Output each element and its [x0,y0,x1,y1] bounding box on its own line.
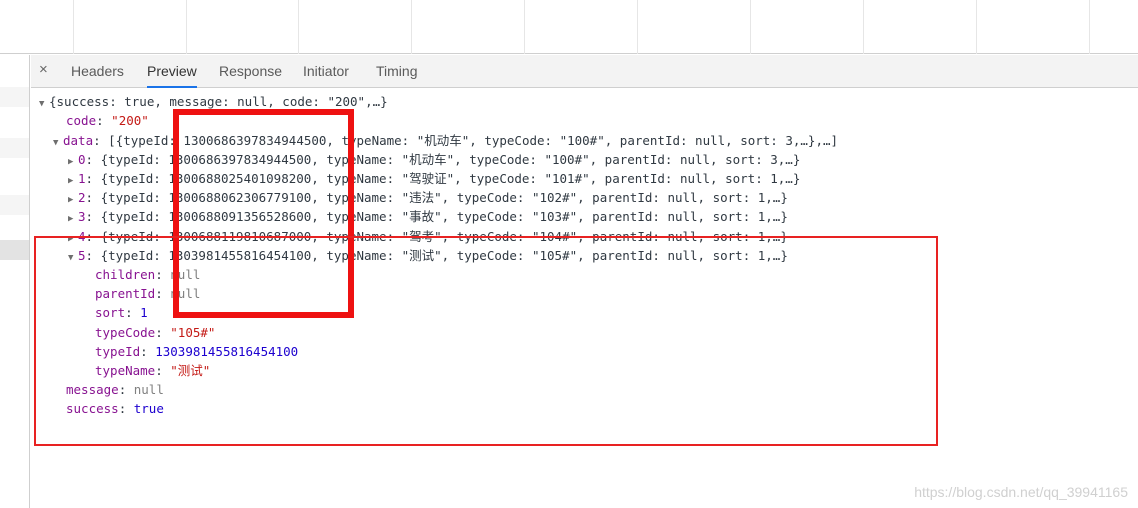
timeline-gridline [976,0,977,54]
request-row[interactable] [0,165,29,185]
request-row[interactable] [0,87,29,107]
tree-code: code: "200" [66,113,149,128]
timeline-gridline [637,0,638,54]
close-icon[interactable]: × [39,62,53,78]
annotation-box-expanded-item [34,236,938,446]
timeline-gridline [298,0,299,54]
request-row[interactable] [0,138,29,158]
timeline-gridline [524,0,525,54]
request-row-selected[interactable] [0,240,29,260]
expand-triangle-icon[interactable]: ▼ [53,134,63,153]
tab-headers[interactable]: Headers [71,63,124,88]
timeline-gridline [73,0,74,54]
expand-triangle-icon[interactable]: ▼ [39,95,49,114]
tab-response[interactable]: Response [219,63,282,88]
request-row[interactable] [0,195,29,215]
request-row[interactable] [0,107,29,127]
detail-tabs: × Headers Preview Response Initiator Tim… [31,55,1138,88]
timeline-gridline [411,0,412,54]
network-timeline [0,0,1138,54]
tab-initiator[interactable]: Initiator [303,63,349,88]
tree-data[interactable]: ▼ data: [{typeId: 1300686397834944500, ty… [53,131,838,150]
tab-preview[interactable]: Preview [147,63,197,88]
tab-timing[interactable]: Timing [376,63,418,88]
timeline-gridline [750,0,751,54]
request-list[interactable] [0,55,30,508]
timeline-gridline [863,0,864,54]
watermark: https://blog.csdn.net/qq_39941165 [914,484,1128,500]
timeline-gridline [186,0,187,54]
timeline-gridline [1089,0,1090,54]
